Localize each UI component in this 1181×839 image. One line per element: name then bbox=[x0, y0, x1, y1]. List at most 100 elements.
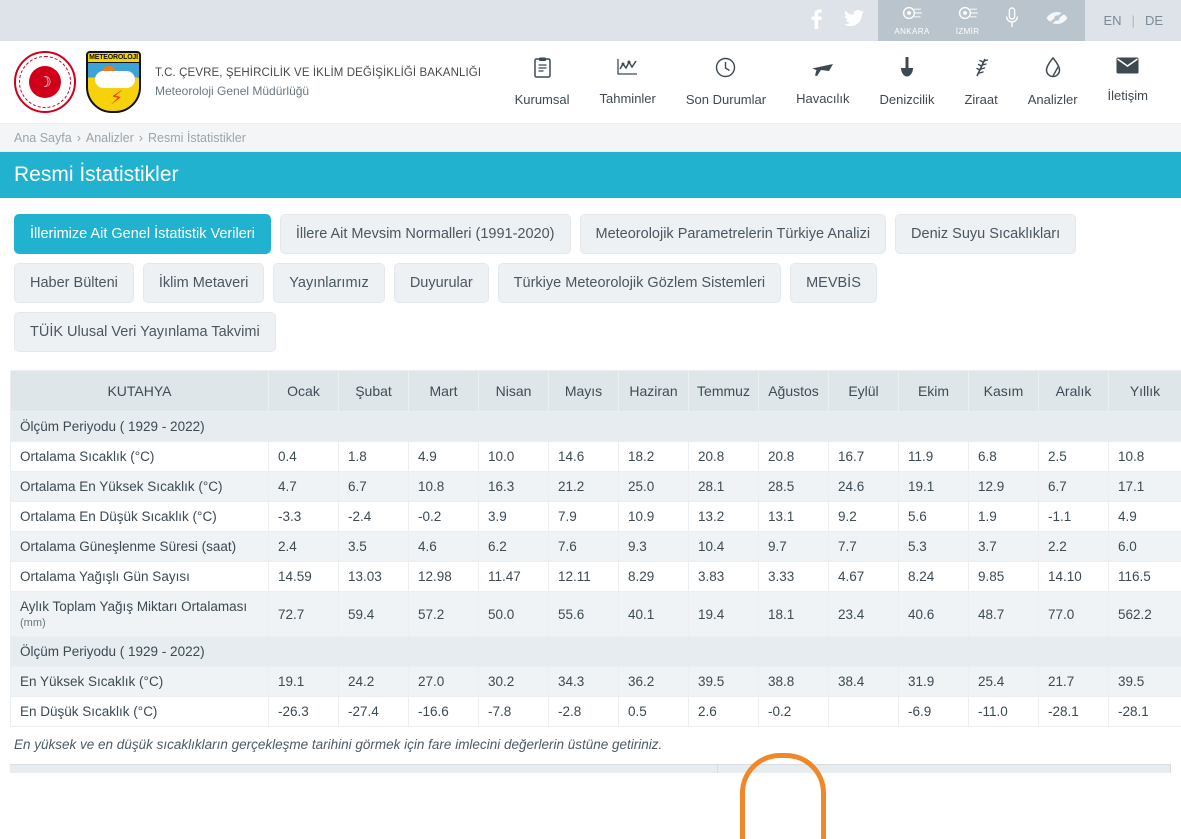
row-label-unit: (mm) bbox=[20, 617, 46, 629]
lang-en-link[interactable]: EN bbox=[1103, 13, 1121, 28]
cell-value: 40.6 bbox=[898, 591, 969, 637]
column-header-temmuz: Temmuz bbox=[688, 370, 759, 412]
nav-havacilik[interactable]: Havacılık bbox=[781, 57, 864, 106]
cell-value: -0.2 bbox=[408, 501, 479, 532]
cell-value: -2.4 bbox=[338, 501, 409, 532]
column-header-nisan: Nisan bbox=[478, 370, 549, 412]
cell-value: 2.5 bbox=[1038, 441, 1109, 472]
breadcrumb-item-home[interactable]: Ana Sayfa bbox=[14, 131, 72, 145]
table-row: Ortalama Sıcaklık (°C) 0.4 1.8 4.9 10.0 … bbox=[10, 441, 1181, 472]
cell-value[interactable]: 36.2 bbox=[618, 666, 689, 697]
tab-turkiye-analizi[interactable]: Meteorolojik Parametrelerin Türkiye Anal… bbox=[579, 214, 887, 254]
directorate-name: Meteoroloji Genel Müdürlüğü bbox=[155, 83, 310, 98]
cell-value[interactable]: 34.3 bbox=[548, 666, 619, 697]
nav-son-durumlar[interactable]: Son Durumlar bbox=[671, 57, 781, 107]
nav-ziraat-label: Ziraat bbox=[964, 92, 998, 107]
breadcrumb-item-analizler[interactable]: Analizler bbox=[86, 131, 134, 145]
nav-kurumsal[interactable]: Kurumsal bbox=[500, 57, 585, 107]
cell-value: 14.59 bbox=[268, 561, 339, 592]
tab-il-genel-istatistik[interactable]: İllerimize Ait Genel İstatistik Verileri bbox=[14, 214, 271, 254]
social-links bbox=[797, 0, 878, 41]
nav-tahminler-label: Tahminler bbox=[599, 91, 656, 106]
twitter-icon[interactable] bbox=[844, 9, 865, 31]
row-label-ortalama-en-yuksek: Ortalama En Yüksek Sıcaklık (°C) bbox=[10, 471, 269, 502]
cell-value: 9.7 bbox=[758, 531, 829, 562]
breadcrumb-separator: › bbox=[138, 130, 143, 145]
cell-value[interactable]: 19.1 bbox=[268, 666, 339, 697]
cell-value[interactable]: -6.9 bbox=[898, 696, 969, 727]
cell-value[interactable]: 30.2 bbox=[478, 666, 549, 697]
nav-analizler[interactable]: Analizler bbox=[1013, 56, 1093, 107]
cell-value: 6.7 bbox=[338, 471, 409, 502]
cell-value[interactable]: 24.2 bbox=[338, 666, 409, 697]
tab-gozlem-sistemleri[interactable]: Türkiye Meteorolojik Gözlem Sistemleri bbox=[497, 263, 782, 303]
nav-ziraat[interactable]: Ziraat bbox=[949, 57, 1012, 107]
tab-duyurular[interactable]: Duyurular bbox=[393, 263, 489, 303]
tab-mevbis[interactable]: MEVBİS bbox=[790, 263, 877, 303]
cell-value[interactable]: 38.4 bbox=[828, 666, 899, 697]
tab-yayinlarimiz[interactable]: Yayınlarımız bbox=[273, 263, 385, 303]
tab-iklim-metaveri[interactable]: İklim Metaveri bbox=[142, 263, 265, 303]
cell-value[interactable]: 0.5 bbox=[618, 696, 689, 727]
tab-mevsim-normalleri[interactable]: İllere Ait Mevsim Normalleri (1991-2020) bbox=[279, 214, 571, 254]
cell-value[interactable]: -2.8 bbox=[548, 696, 619, 727]
cell-value[interactable]: 27.0 bbox=[408, 666, 479, 697]
cell-value[interactable]: 21.7 bbox=[1038, 666, 1109, 697]
cell-value[interactable]: -27.4 bbox=[338, 696, 409, 727]
lang-de-link[interactable]: DE bbox=[1145, 13, 1163, 28]
cell-value[interactable]: -28.1 bbox=[1038, 696, 1109, 727]
tab-tuik-takvimi[interactable]: TÜİK Ulusal Veri Yayınlama Takvimi bbox=[14, 312, 276, 352]
cell-value-hovered[interactable]: -0.2 bbox=[758, 696, 829, 727]
accessibility-button[interactable] bbox=[1045, 9, 1069, 33]
brand-block[interactable]: ☽ METEOROLOJİ ⚡ T.C. ÇEVRE, ŞEHİRCİLİK V… bbox=[0, 51, 481, 113]
cell-value[interactable]: -28.1 bbox=[1108, 696, 1181, 727]
cell-value: 6.8 bbox=[968, 441, 1039, 472]
tab-bar: İllerimize Ait Genel İstatistik Verileri… bbox=[0, 198, 1160, 358]
measurement-period-row-1: Ölçüm Periyodu ( 1929 - 2022) bbox=[10, 411, 1181, 442]
table-row: Ortalama En Düşük Sıcaklık (°C) -3.3 -2.… bbox=[10, 501, 1181, 532]
cell-value[interactable]: -16.6 bbox=[408, 696, 479, 727]
facebook-icon[interactable] bbox=[811, 8, 823, 33]
cell-value: 72.7 bbox=[268, 591, 339, 637]
statistics-table-wrap: KUTAHYA Ocak Şubat Mart Nisan Mayıs Hazi… bbox=[0, 358, 1181, 839]
radar-ankara[interactable]: ANKARA bbox=[894, 6, 929, 36]
cell-value: 11.9 bbox=[898, 441, 969, 472]
cell-value: 5.6 bbox=[898, 501, 969, 532]
cell-value[interactable]: 2.6 bbox=[688, 696, 759, 727]
cell-value: 8.29 bbox=[618, 561, 689, 592]
nav-denizcilik[interactable]: Denizcilik bbox=[865, 56, 950, 107]
cell-value: 10.0 bbox=[478, 441, 549, 472]
cell-value: 4.7 bbox=[268, 471, 339, 502]
cell-value: 10.9 bbox=[618, 501, 689, 532]
cell-value[interactable]: 31.9 bbox=[898, 666, 969, 697]
ministry-name: T.C. ÇEVRE, ŞEHİRCİLİK VE İKLİM DEĞİŞİKL… bbox=[155, 66, 482, 79]
cell-value[interactable]: 39.5 bbox=[1108, 666, 1181, 697]
cell-value: 18.1 bbox=[758, 591, 829, 637]
cloud-shape bbox=[95, 71, 135, 88]
nav-tahminler[interactable]: Tahminler bbox=[585, 57, 671, 106]
cell-value[interactable]: 39.5 bbox=[688, 666, 759, 697]
cell-value[interactable]: 38.8 bbox=[758, 666, 829, 697]
row-label-ortalama-en-dusuk: Ortalama En Düşük Sıcaklık (°C) bbox=[10, 501, 269, 532]
cell-value[interactable]: 25.4 bbox=[968, 666, 1039, 697]
table-row-min-temperature: En Düşük Sıcaklık (°C) -26.3 -27.4 -16.6… bbox=[10, 696, 1181, 727]
microphone-button[interactable] bbox=[1005, 6, 1019, 35]
cell-value: 9.3 bbox=[618, 531, 689, 562]
cell-value[interactable]: -7.8 bbox=[478, 696, 549, 727]
cell-value[interactable]: -11.0 bbox=[968, 696, 1039, 727]
breadcrumb: Ana Sayfa › Analizler › Resmi İstatistik… bbox=[0, 124, 1181, 152]
cell-value: 18.2 bbox=[618, 441, 689, 472]
column-header-eylul: Eylül bbox=[828, 370, 899, 412]
cell-value: 16.7 bbox=[828, 441, 899, 472]
cell-value[interactable] bbox=[828, 696, 899, 727]
tab-haber-bulteni[interactable]: Haber Bülteni bbox=[14, 263, 134, 303]
radar-izmir[interactable]: İZMİR bbox=[956, 6, 980, 36]
cell-value: 25.0 bbox=[618, 471, 689, 502]
tab-deniz-suyu-sicakliklari[interactable]: Deniz Suyu Sıcaklıkları bbox=[895, 214, 1077, 254]
cell-value[interactable]: -26.3 bbox=[268, 696, 339, 727]
site-header: ☽ METEOROLOJİ ⚡ T.C. ÇEVRE, ŞEHİRCİLİK V… bbox=[0, 41, 1181, 124]
column-header-kasim: Kasım bbox=[968, 370, 1039, 412]
radar-shortcuts: ANKARA İZMİR bbox=[878, 0, 1086, 41]
nav-iletisim[interactable]: İletişim bbox=[1093, 57, 1163, 103]
cell-value: 4.67 bbox=[828, 561, 899, 592]
